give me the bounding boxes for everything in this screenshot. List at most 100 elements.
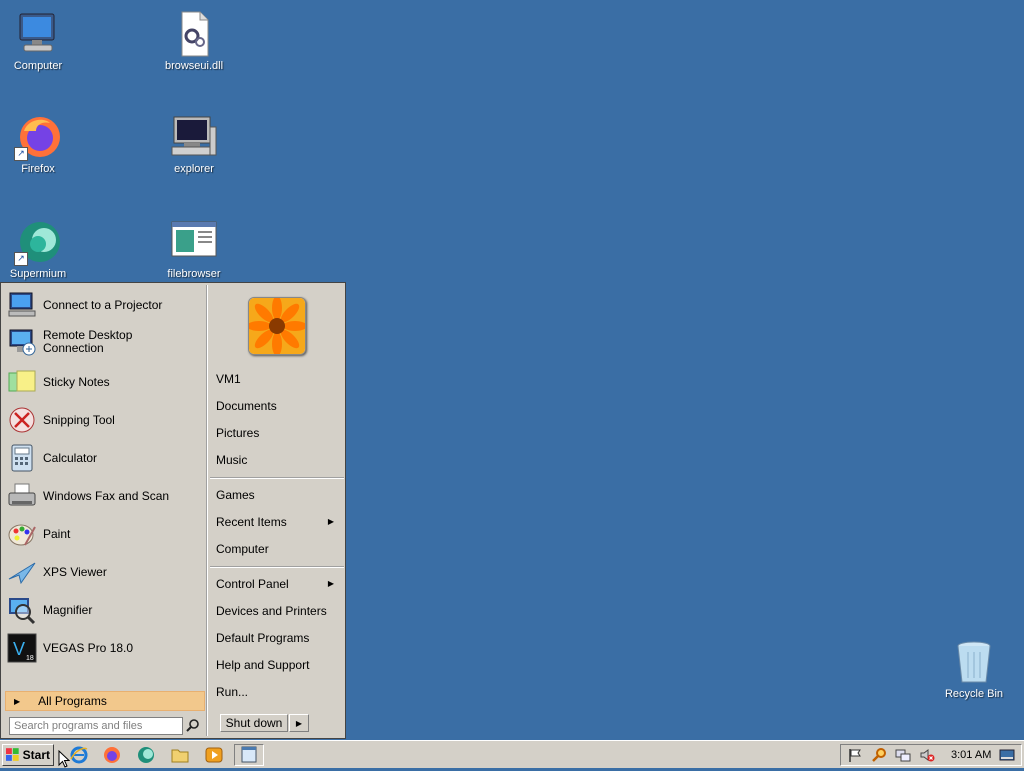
separator [210, 566, 344, 568]
start-menu: Connect to a Projector Remote Desktop Co… [0, 282, 346, 739]
desktop-icon-supermium[interactable]: ↗ Supermium [0, 218, 83, 281]
place-label: Recent Items [216, 515, 287, 529]
clock[interactable]: 3:01 AM [951, 745, 991, 765]
place-vm1[interactable]: VM1 [212, 369, 340, 389]
fax-scan-icon [7, 481, 37, 511]
place-pictures[interactable]: Pictures [212, 423, 340, 443]
program-label: XPS Viewer [43, 564, 107, 579]
search-icon[interactable] [871, 747, 887, 763]
shutdown-button[interactable]: Shut down [220, 714, 288, 732]
sticky-notes-icon [7, 367, 37, 397]
submenu-arrow-icon: ▶ [327, 579, 334, 588]
program-label: Remote Desktop Connection [43, 328, 133, 355]
place-label: Music [216, 453, 248, 467]
place-label: Run... [216, 685, 249, 699]
flag-icon[interactable] [847, 747, 863, 763]
system-tray: 3:01 AM [840, 744, 1022, 766]
program-remote-desktop[interactable]: Remote Desktop Connection [7, 327, 203, 357]
place-help-support[interactable]: Help and Support [212, 655, 340, 675]
place-label: Control Panel [216, 577, 289, 591]
search-programs-input[interactable] [9, 717, 183, 735]
window-icon[interactable] [234, 744, 264, 766]
place-label: Pictures [216, 426, 260, 440]
shutdown-options-button[interactable]: ▶ [289, 714, 309, 732]
all-programs-button[interactable]: ▶ All Programs [5, 691, 205, 711]
place-label: Games [216, 488, 255, 502]
start-label: Start [22, 748, 50, 762]
svg-text:V: V [13, 639, 25, 659]
projector-icon [7, 290, 37, 320]
place-music[interactable]: Music [212, 450, 340, 470]
place-documents[interactable]: Documents [212, 396, 340, 416]
start-menu-programs-pane: Connect to a Projector Remote Desktop Co… [3, 285, 206, 736]
volume-muted-icon[interactable] [919, 747, 935, 763]
explorer-icon [170, 113, 218, 161]
program-calculator[interactable]: Calculator [7, 443, 203, 473]
windows-logo-icon [6, 748, 19, 761]
desktop-icon-label: Computer [13, 60, 63, 72]
separator [210, 477, 344, 479]
program-label: Snipping Tool [43, 412, 115, 427]
shortcut-arrow-icon: ↗ [14, 147, 28, 161]
firefox-icon[interactable] [103, 746, 121, 764]
place-control-panel[interactable]: Control Panel ▶ [212, 574, 340, 594]
recycle-bin-icon [950, 638, 998, 686]
all-programs-label: All Programs [38, 694, 107, 708]
desktop-icon-computer[interactable]: Computer [0, 10, 83, 73]
arrow-right-icon: ▶ [14, 696, 21, 706]
search-icon[interactable] [185, 718, 201, 734]
program-label: Connect to a Projector [43, 297, 163, 312]
program-connect-to-projector[interactable]: Connect to a Projector [7, 290, 203, 320]
place-games[interactable]: Games [212, 485, 340, 505]
desktop-icon-explorer[interactable]: explorer [149, 113, 239, 176]
supermium-icon: ↗ [14, 218, 62, 266]
desktop-icon-label: filebrowser [167, 268, 221, 280]
program-label: Magnifier [43, 602, 93, 617]
remote-desktop-icon [7, 327, 37, 357]
desktop-icon-firefox[interactable]: ↗ Firefox [0, 113, 83, 176]
ie-icon[interactable] [70, 746, 88, 764]
desktop-icon-label: Firefox [21, 163, 55, 175]
desktop-icon-label: Supermium [9, 268, 67, 280]
desktop-icon-label: Recycle Bin [944, 688, 1004, 700]
place-computer[interactable]: Computer [212, 539, 340, 559]
svg-text:18: 18 [26, 655, 34, 662]
program-sticky-notes[interactable]: Sticky Notes [7, 367, 203, 397]
program-label: VEGAS Pro 18.0 [43, 640, 134, 655]
firefox-icon: ↗ [14, 113, 62, 161]
place-run[interactable]: Run... [212, 682, 340, 702]
program-magnifier[interactable]: Magnifier [7, 595, 203, 625]
computer-icon [14, 10, 62, 58]
filebrowser-icon [170, 218, 218, 266]
dll-file-icon [170, 10, 218, 58]
program-label: Calculator [43, 450, 98, 465]
place-label: Default Programs [216, 631, 310, 645]
network-icon[interactable] [895, 747, 911, 763]
magnifier-icon [7, 595, 37, 625]
program-fax-scan[interactable]: Windows Fax and Scan [7, 481, 203, 511]
program-snipping-tool[interactable]: Snipping Tool [7, 405, 203, 435]
media-player-icon[interactable] [205, 746, 223, 764]
folder-icon[interactable] [171, 746, 189, 764]
desktop-icon-browseui[interactable]: browseui.dll [149, 10, 239, 73]
program-vegas-pro[interactable]: V 18 VEGAS Pro 18.0 [7, 633, 203, 663]
paint-icon [7, 519, 37, 549]
place-devices-printers[interactable]: Devices and Printers [212, 601, 340, 621]
snipping-tool-icon [7, 405, 37, 435]
mouse-cursor-icon [58, 749, 71, 768]
place-recent-items[interactable]: Recent Items ▶ [212, 512, 340, 532]
program-paint[interactable]: Paint [7, 519, 203, 549]
place-default-programs[interactable]: Default Programs [212, 628, 340, 648]
show-desktop-icon[interactable] [999, 747, 1015, 763]
program-xps-viewer[interactable]: XPS Viewer [7, 557, 203, 587]
calculator-icon [7, 443, 37, 473]
user-picture[interactable] [248, 297, 306, 355]
shortcut-arrow-icon: ↗ [14, 252, 28, 266]
place-label: Help and Support [216, 658, 310, 672]
desktop-icon-recycle-bin[interactable]: Recycle Bin [929, 638, 1019, 701]
place-label: Documents [216, 399, 277, 413]
desktop-icon-label: explorer [174, 163, 214, 175]
supermium-icon[interactable] [137, 746, 155, 764]
desktop-icon-filebrowser[interactable]: filebrowser [149, 218, 239, 281]
start-button[interactable]: Start [2, 744, 54, 766]
